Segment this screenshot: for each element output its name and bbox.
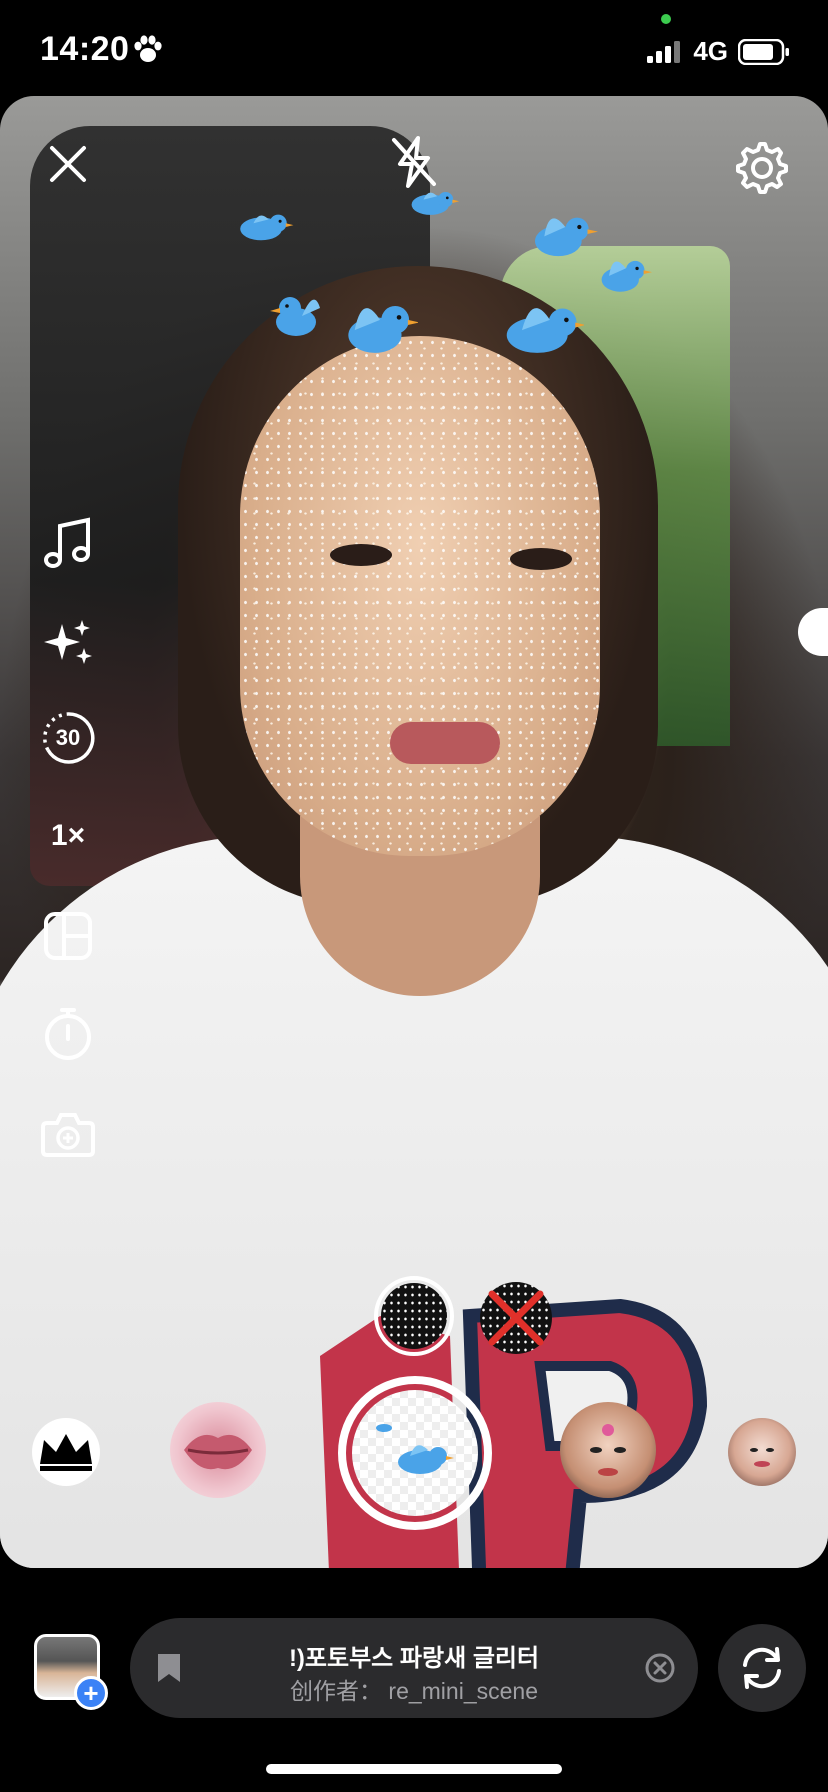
home-indicator[interactable] [266, 1764, 562, 1774]
status-right: 4G [647, 36, 790, 67]
music-button[interactable] [34, 510, 102, 578]
remove-effect-icon[interactable] [644, 1652, 676, 1684]
countdown-button[interactable] [34, 1000, 102, 1068]
face-paint-thumbnail [590, 1424, 626, 1476]
cross-icon [488, 1290, 544, 1346]
face-paint-effect[interactable] [560, 1402, 656, 1498]
status-bar: 14:20 4G [0, 0, 828, 96]
effects-sparkle-icon [44, 620, 92, 664]
signal-icon [647, 40, 681, 63]
add-camera-icon [41, 1113, 95, 1157]
bird-sticker-icon [348, 306, 418, 353]
bird-sticker-icon [601, 260, 652, 292]
status-time: 14:20 [40, 30, 130, 68]
duration-button[interactable]: 30 [34, 704, 102, 772]
glitter-variant-swatch [381, 1283, 447, 1349]
settings-button[interactable] [730, 136, 790, 196]
flip-camera-icon [743, 1647, 781, 1689]
no-glitter-variant[interactable] [480, 1282, 552, 1354]
mic-indicator-dot [661, 14, 671, 24]
eye-left [330, 544, 392, 566]
network-type: 4G [693, 36, 728, 66]
glitter-variant[interactable] [374, 1276, 454, 1356]
flash-toggle-button[interactable] [386, 132, 442, 192]
speed-label: 1× [50, 819, 86, 852]
bird-sticker-icon [535, 217, 598, 257]
add-camera-button[interactable] [34, 1100, 102, 1168]
crown-icon [40, 1434, 92, 1471]
flash-off-icon [392, 136, 436, 188]
effect-info-pill[interactable]: !)포토부스 파랑새 글리터 创作者： re_mini_scene [130, 1618, 698, 1718]
lips-effect[interactable] [170, 1402, 266, 1498]
speed-button[interactable]: 1× [34, 802, 102, 870]
selected-bird-glitter-effect[interactable] [352, 1390, 478, 1516]
add-media-button[interactable]: + [74, 1676, 108, 1710]
layout-grid-icon [44, 912, 92, 960]
bird-sticker-icon [506, 308, 584, 353]
effect-title: !)포토부스 파랑새 글리터 [288, 1645, 540, 1672]
portrait-thumbnail [750, 1448, 774, 1467]
eye-right [510, 548, 572, 570]
plus-icon: + [83, 1678, 99, 1708]
beauty-effects-button[interactable] [34, 608, 102, 676]
lips [390, 722, 500, 764]
camera-viewport[interactable]: 30 1× [0, 96, 828, 1568]
bird-sticker-icon [376, 1424, 454, 1474]
close-button[interactable] [44, 140, 92, 188]
drawer-handle[interactable] [798, 608, 828, 656]
settings-gear-icon [736, 142, 788, 194]
bird-sticker-icon [240, 214, 294, 241]
glitter-overlay [240, 336, 600, 856]
layout-button[interactable] [34, 902, 102, 970]
bird-sticker-icon [270, 297, 320, 336]
portrait-effect[interactable] [728, 1418, 796, 1486]
music-icon [44, 517, 90, 568]
close-icon [50, 146, 86, 182]
countdown-timer-icon [45, 1008, 91, 1060]
duration-label: 30 [55, 725, 81, 750]
lips-thumbnail [184, 1434, 252, 1470]
battery-icon [738, 38, 789, 65]
paw-icon [134, 35, 162, 62]
flip-camera-button[interactable] [718, 1624, 806, 1712]
effect-author: 创作者： re_mini_scene [290, 1678, 538, 1704]
crown-effect[interactable] [32, 1418, 100, 1486]
